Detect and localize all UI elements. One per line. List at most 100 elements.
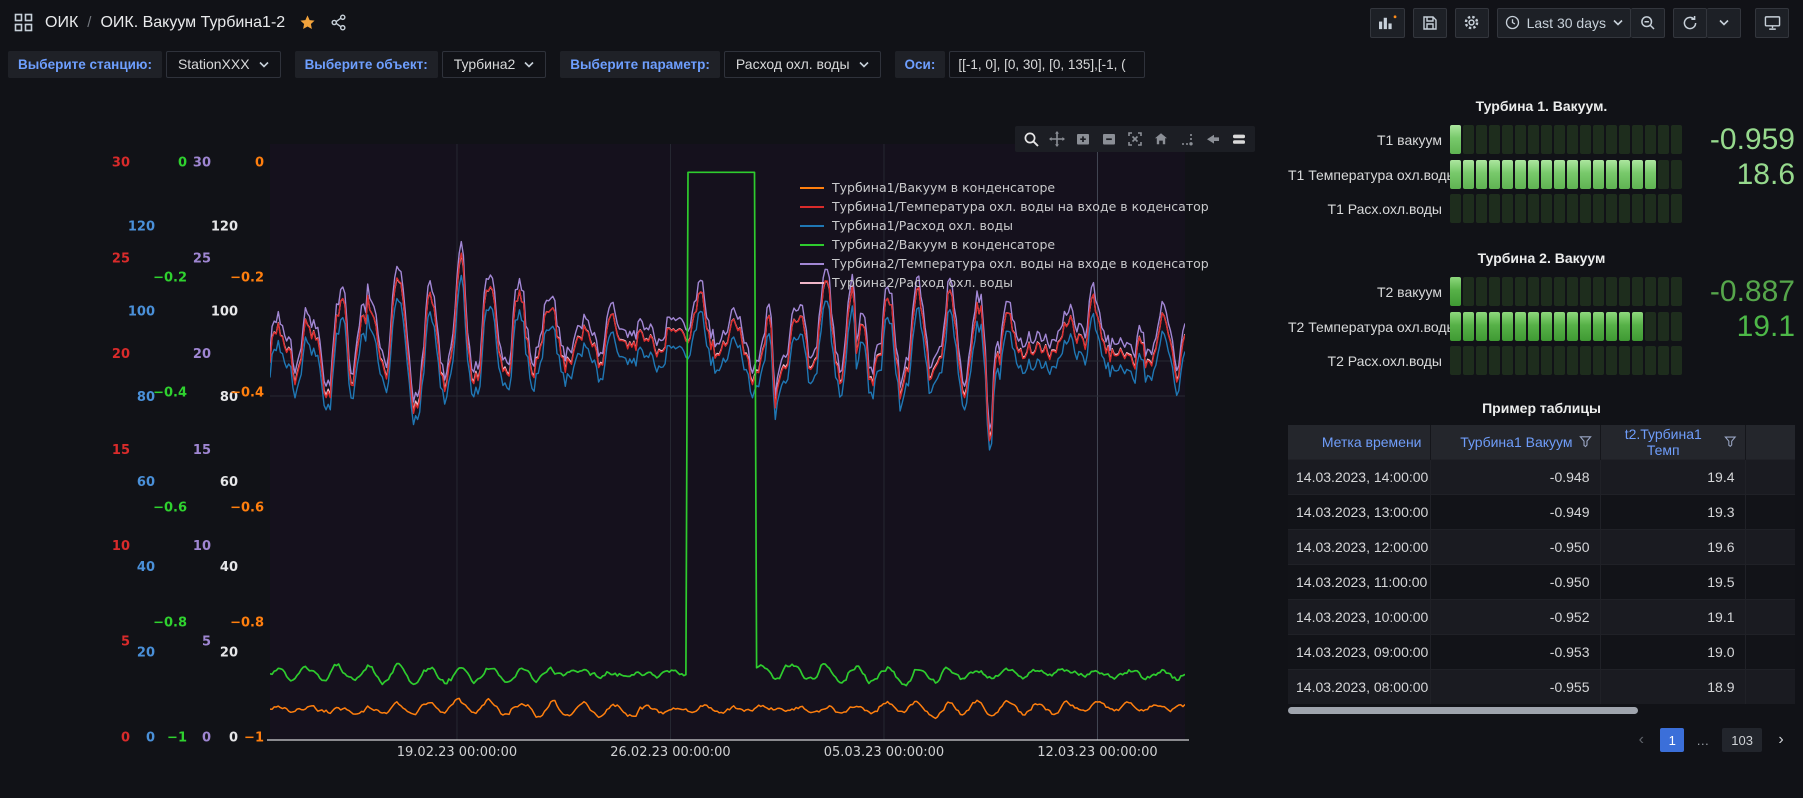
value-cell bbox=[1745, 529, 1795, 564]
x-tick-label: 26.02.23 00:00:00 bbox=[610, 745, 730, 760]
gauge-cell-unlit bbox=[1476, 277, 1487, 306]
share-icon[interactable] bbox=[330, 14, 347, 31]
legend-item[interactable]: Турбина2/Расход охл. воды bbox=[800, 273, 1209, 292]
gauge-panel: Турбина 1. Вакуум.T1 вакуум-0.959T1 Темп… bbox=[1288, 98, 1795, 223]
filter-label: Выберите параметр: bbox=[560, 51, 720, 78]
legend-item[interactable]: Турбина2/Температура охл. воды на входе … bbox=[800, 254, 1209, 273]
zoom-out-icon[interactable] bbox=[1097, 128, 1121, 150]
table-column-header[interactable]: Турбина1 Вакуум bbox=[1430, 425, 1600, 459]
gauge-cell-unlit bbox=[1645, 346, 1656, 375]
favorite-star-icon[interactable] bbox=[299, 14, 316, 31]
gauge-cell-unlit bbox=[1450, 194, 1461, 223]
autoscale-icon[interactable] bbox=[1123, 128, 1147, 150]
gauge-cell-unlit bbox=[1645, 312, 1656, 341]
next-page-button[interactable]: › bbox=[1769, 728, 1793, 752]
gauge-cell-lit bbox=[1489, 160, 1500, 189]
gauge-cell-unlit bbox=[1580, 125, 1591, 154]
table-column-header[interactable]: Метка времени bbox=[1288, 425, 1430, 459]
x-tick-label: 12.03.23 00:00:00 bbox=[1037, 745, 1157, 760]
gauge-cell-lit bbox=[1619, 160, 1630, 189]
hover-closest-icon[interactable] bbox=[1201, 128, 1225, 150]
gauge-cell-unlit bbox=[1580, 277, 1591, 306]
y-tick-label: 0 bbox=[121, 731, 130, 746]
value-cell: 19.3 bbox=[1600, 494, 1745, 529]
gauge-cell-lit bbox=[1619, 312, 1630, 341]
table-column-header[interactable]: t3.Турби bbox=[1745, 425, 1795, 459]
table-horizontal-scrollbar[interactable] bbox=[1288, 707, 1795, 714]
y-tick-label: −0.6 bbox=[153, 501, 187, 516]
filter-value: StationXXX bbox=[178, 56, 250, 72]
gauge-cell-unlit bbox=[1671, 160, 1682, 189]
legend-item[interactable]: Турбина1/Расход охл. воды bbox=[800, 216, 1209, 235]
pan-icon[interactable] bbox=[1045, 128, 1069, 150]
value-cell bbox=[1745, 599, 1795, 634]
gauge-cells bbox=[1450, 194, 1688, 223]
value-cell: 19.5 bbox=[1600, 564, 1745, 599]
breadcrumb-root[interactable]: ОИК bbox=[45, 14, 78, 32]
header-inner: Турбина1 Вакуум bbox=[1431, 434, 1600, 450]
panel-title: Турбина 2. Вакуум bbox=[1288, 250, 1795, 266]
gauge-cell-unlit bbox=[1645, 194, 1656, 223]
reset-axes-icon[interactable] bbox=[1149, 128, 1173, 150]
header-inner: t2.Турбина1 Темп bbox=[1601, 426, 1745, 458]
gauge-cell-unlit bbox=[1489, 346, 1500, 375]
dashboard-variables: Выберите станцию:StationXXXВыберите объе… bbox=[0, 47, 1167, 81]
plot-legend: Турбина1/Вакуум в конденсатореТурбина1/Т… bbox=[800, 178, 1209, 292]
gauge-cell-lit bbox=[1580, 160, 1591, 189]
gauge-row-label: T1 Расх.охл.воды bbox=[1288, 201, 1450, 217]
y-tick-label: −1 bbox=[167, 731, 187, 746]
y-tick-label: −0.2 bbox=[230, 271, 264, 286]
axes-input[interactable] bbox=[949, 51, 1145, 78]
gauge-cell-unlit bbox=[1580, 346, 1591, 375]
gauge-cell-unlit bbox=[1541, 277, 1552, 306]
last-page-button[interactable]: 103 bbox=[1722, 728, 1762, 752]
value-cell: 19.4 bbox=[1600, 459, 1745, 494]
gauge-cell-lit bbox=[1450, 277, 1461, 306]
table-column-header[interactable]: t2.Турбина1 Темп bbox=[1600, 425, 1745, 459]
station-select[interactable]: StationXXX bbox=[166, 51, 281, 78]
header-inner: Метка времени bbox=[1288, 434, 1430, 450]
table-row: 14.03.2023, 11:00:00-0.95019.5 bbox=[1288, 564, 1795, 599]
gauge-cell-unlit bbox=[1476, 125, 1487, 154]
object-select[interactable]: Турбина2 bbox=[442, 51, 547, 78]
y-tick-label: 100 bbox=[211, 305, 238, 320]
toggle-spikelines-icon[interactable] bbox=[1175, 128, 1199, 150]
y-tick-label: 5 bbox=[121, 635, 130, 650]
y-tick-label: 30 bbox=[193, 156, 211, 171]
value-cell: 19.6 bbox=[1600, 529, 1745, 564]
gauge-cells bbox=[1450, 125, 1688, 154]
gauge-value: -0.959 bbox=[1688, 124, 1795, 155]
legend-item[interactable]: Турбина1/Температура охл. воды на входе … bbox=[800, 197, 1209, 216]
zoom-icon[interactable] bbox=[1019, 128, 1043, 150]
gauge-cells bbox=[1450, 312, 1688, 341]
gauge-cell-unlit bbox=[1463, 346, 1474, 375]
y-tick-label: 10 bbox=[193, 539, 211, 554]
gauge-cell-unlit bbox=[1554, 125, 1565, 154]
gauge-cell-lit bbox=[1554, 160, 1565, 189]
gauge-cell-unlit bbox=[1619, 346, 1630, 375]
gauge-cell-unlit bbox=[1528, 194, 1539, 223]
panel-title: Пример таблицы bbox=[1288, 400, 1795, 416]
apps-grid-icon[interactable] bbox=[14, 13, 33, 32]
y-tick-label: 0 bbox=[146, 731, 155, 746]
gauge-cell-lit bbox=[1541, 312, 1552, 341]
gauge-cell-unlit bbox=[1606, 277, 1617, 306]
gauge-panel: Турбина 2. ВакуумT2 вакуум-0.887T2 Темпе… bbox=[1288, 250, 1795, 375]
legend-item[interactable]: Турбина2/Вакуум в конденсаторе bbox=[800, 235, 1209, 254]
filter-funnel-icon[interactable] bbox=[1724, 435, 1737, 448]
filter-funnel-icon[interactable] bbox=[1579, 435, 1592, 448]
parameter-select[interactable]: Расход охл. воды bbox=[724, 51, 881, 78]
current-page-button[interactable]: 1 bbox=[1660, 728, 1684, 752]
y-tick-label: 20 bbox=[112, 347, 130, 362]
filter-value: Расход охл. воды bbox=[736, 56, 850, 72]
zoom-in-icon[interactable] bbox=[1071, 128, 1095, 150]
y-tick-label: −0.8 bbox=[230, 616, 264, 631]
hover-compare-icon[interactable] bbox=[1227, 128, 1251, 150]
value-cell: -0.950 bbox=[1430, 564, 1600, 599]
prev-page-button[interactable]: ‹ bbox=[1629, 728, 1653, 752]
filter-object-select: Выберите объект:Турбина2 bbox=[295, 51, 547, 78]
plot-modebar bbox=[1015, 126, 1255, 152]
dashboard: ОИК / ОИК. Вакуум Турбина1-2 bbox=[0, 0, 1803, 798]
legend-item[interactable]: Турбина1/Вакуум в конденсаторе bbox=[800, 178, 1209, 197]
gauge-cell-unlit bbox=[1528, 125, 1539, 154]
